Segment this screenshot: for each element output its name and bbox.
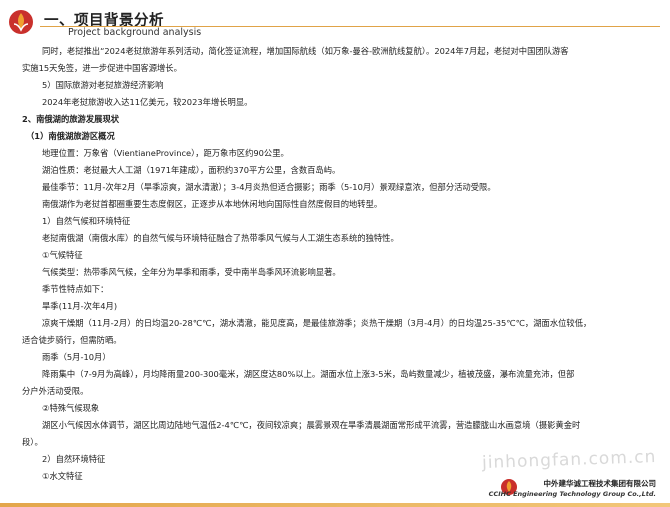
paragraph-line: 气候类型：热带季风气候，全年分为旱季和雨季，受中南半岛季风环流影响显著。: [42, 267, 341, 277]
section-heading: 2、南俄湖的旅游发展现状: [22, 114, 120, 124]
list-item: ①气候特征: [42, 250, 83, 260]
footer-company-cn: 中外建华诚工程技术集团有限公司: [543, 479, 657, 488]
subsection-heading: （1）南俄湖旅游区概况: [26, 131, 115, 141]
paragraph-line: 湖泊性质：老挝最大人工湖（1971年建成），面积约370平方公里，含数百岛屿。: [42, 165, 341, 175]
paragraph-line: 段）。: [22, 437, 43, 447]
list-item: 5）国际旅游对老挝旅游经济影响: [42, 80, 164, 90]
paragraph-line: 南俄湖作为老挝首都圈重要生态度假区，正逐步从本地休闲地向国际性自然度假目的地转型…: [42, 199, 383, 209]
list-item: ①水文特征: [42, 471, 83, 481]
paragraph-line: 最佳季节：11月-次年2月（旱季凉爽，湖水清澈）；3-4月炎热但适合摄影；雨季（…: [42, 182, 496, 192]
paragraph-line: 雨季（5月-10月）: [42, 352, 111, 362]
list-item: ②特殊气候现象: [42, 403, 100, 413]
page-header: 一、项目背景分析 Project background analysis: [0, 0, 670, 42]
paragraph-line: 同时，老挝推出“2024老挝旅游年系列活动，简化签证流程，增加国际航线（如万象-…: [42, 46, 569, 56]
paragraph-line: 2024年老挝旅游收入达11亿美元，较2023年增长明显。: [42, 97, 253, 107]
paragraph-line: 湖区小气候因水体调节，湖区比周边陆地气温低2-4℃℃，夜间较凉爽；晨雾景观在旱季…: [42, 420, 581, 430]
section-subtitle: Project background analysis: [68, 27, 202, 38]
paragraph-line: 旱季(11月-次年4月): [42, 301, 118, 311]
paragraph-line: 老挝南俄湖（南俄水库）的自然气候与环境特征融合了热带季风气候与人工湖生态系统的独…: [42, 233, 399, 243]
paragraph-line: 降雨集中（7-9月为高峰），月均降雨量200-300毫米，湖区度达80%以上。湖…: [42, 369, 575, 379]
footer-bar: [0, 503, 670, 507]
paragraph-line: 适合徒步骑行，但需防晒。: [22, 335, 122, 345]
list-item: 1）自然气候和环境特征: [42, 216, 131, 226]
paragraph-line: 凉爽干燥期（11月-2月）的日均温20-28℃℃，湖水清澈，能见度高，是最佳旅游…: [42, 318, 592, 328]
footer-company-en: CCIHC Engineering Technology Group Co.,L…: [488, 490, 656, 498]
company-logo-icon: [9, 10, 33, 34]
paragraph-line: 分户外活动受限。: [22, 386, 89, 396]
paragraph-line: 实施15天免签，进一步促进中国客源增长。: [22, 63, 182, 73]
paragraph-line: 地理位置：万象省（VientianeProvince），距万象市区约90公里。: [42, 148, 289, 158]
list-item: 2）自然环境特征: [42, 454, 106, 464]
paragraph-line: 季节性特点如下：: [42, 284, 109, 294]
watermark: jinhongfan.com.cn: [481, 446, 657, 474]
